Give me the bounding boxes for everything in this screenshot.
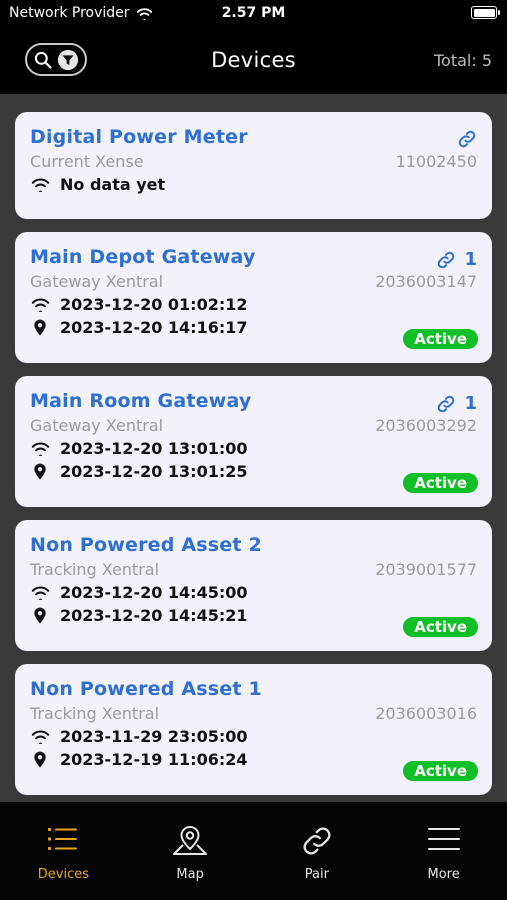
- device-name: Main Room Gateway: [30, 390, 252, 412]
- clock: 2.57 PM: [221, 5, 286, 21]
- last-location-time: 2023-12-20 13:01:25: [60, 462, 248, 481]
- link-icon[interactable]: [436, 250, 456, 270]
- location-pin-icon: [34, 607, 46, 624]
- last-data-time: 2023-12-20 01:02:12: [60, 295, 248, 314]
- device-name: Non Powered Asset 1: [30, 678, 262, 700]
- tab-devices[interactable]: Devices: [0, 802, 127, 900]
- status-badge: Active: [403, 761, 478, 781]
- tab-more[interactable]: More: [380, 802, 507, 900]
- signal-line: 2023-11-29 23:05:00: [30, 727, 477, 746]
- location-pin-icon: [34, 319, 46, 336]
- device-card[interactable]: Digital Power Meter Current Xense 110024…: [15, 112, 492, 219]
- tab-pair[interactable]: Pair: [254, 802, 381, 900]
- device-card[interactable]: Non Powered Asset 2 Tracking Xentral 203…: [15, 520, 492, 651]
- device-card[interactable]: Non Powered Asset 1 Tracking Xentral 203…: [15, 664, 492, 795]
- tab-label: Map: [176, 867, 204, 882]
- device-card[interactable]: Main Room Gateway 1 Gateway Xentral 2036…: [15, 376, 492, 507]
- wifi-icon: [31, 730, 49, 744]
- wifi-icon: [31, 298, 49, 312]
- last-data-time: 2023-11-29 23:05:00: [60, 727, 248, 746]
- device-name: Main Depot Gateway: [30, 246, 256, 268]
- link-icon[interactable]: [436, 394, 456, 414]
- tab-label: Pair: [304, 867, 329, 882]
- link-icon[interactable]: [300, 824, 334, 858]
- wifi-icon: [31, 586, 49, 600]
- device-name: Digital Power Meter: [30, 126, 248, 148]
- bottom-tab-bar: Devices Map Pair More: [0, 802, 507, 900]
- device-card[interactable]: Main Depot Gateway 1 Gateway Xentral 203…: [15, 232, 492, 363]
- wifi-icon: [31, 178, 49, 192]
- list-icon[interactable]: [46, 824, 80, 854]
- device-serial: 2036003292: [375, 416, 477, 435]
- signal-line: 2023-12-20 13:01:00: [30, 439, 477, 458]
- link-count: 1: [464, 393, 477, 414]
- device-link[interactable]: 1: [436, 249, 477, 270]
- status-badge: Active: [403, 617, 478, 637]
- last-location-time: 2023-12-20 14:45:21: [60, 606, 248, 625]
- device-type: Tracking Xentral: [30, 704, 160, 723]
- signal-line: 2023-12-20 01:02:12: [30, 295, 477, 314]
- last-data-time: 2023-12-20 13:01:00: [60, 439, 248, 458]
- tab-map[interactable]: Map: [127, 802, 254, 900]
- last-data-text: No data yet: [60, 175, 166, 194]
- last-location-time: 2023-12-19 11:06:24: [60, 750, 248, 769]
- menu-icon[interactable]: [427, 824, 461, 854]
- device-serial: 2036003147: [375, 272, 477, 291]
- tab-label: Devices: [37, 867, 89, 882]
- device-total-count: Total: 5: [433, 51, 492, 70]
- last-location-time: 2023-12-20 14:16:17: [60, 318, 248, 337]
- link-icon[interactable]: [457, 129, 477, 149]
- device-link[interactable]: [457, 129, 477, 149]
- last-data-time: 2023-12-20 14:45:00: [60, 583, 248, 602]
- map-pin-icon[interactable]: [171, 824, 209, 858]
- status-bar: Network Provider 2.57 PM: [0, 0, 507, 28]
- location-pin-icon: [34, 751, 46, 768]
- signal-line: 2023-12-20 14:45:00: [30, 583, 477, 602]
- status-badge: Active: [403, 329, 478, 349]
- link-count: 1: [464, 249, 477, 270]
- device-link[interactable]: 1: [436, 393, 477, 414]
- battery-icon: [471, 6, 500, 19]
- tab-label: More: [427, 867, 460, 882]
- device-name: Non Powered Asset 2: [30, 534, 262, 556]
- device-serial: 2039001577: [375, 560, 477, 579]
- location-pin-icon: [34, 463, 46, 480]
- app-header: Devices Total: 5: [0, 28, 507, 94]
- signal-line: No data yet: [30, 175, 477, 194]
- device-type: Gateway Xentral: [30, 416, 164, 435]
- device-type: Tracking Xentral: [30, 560, 160, 579]
- device-serial: 11002450: [395, 152, 477, 171]
- device-type: Current Xense: [30, 152, 144, 171]
- device-type: Gateway Xentral: [30, 272, 164, 291]
- status-badge: Active: [403, 473, 478, 493]
- device-list: Digital Power Meter Current Xense 110024…: [15, 112, 492, 808]
- wifi-icon: [31, 442, 49, 456]
- page-title: Devices: [211, 48, 296, 72]
- device-serial: 2036003016: [375, 704, 477, 723]
